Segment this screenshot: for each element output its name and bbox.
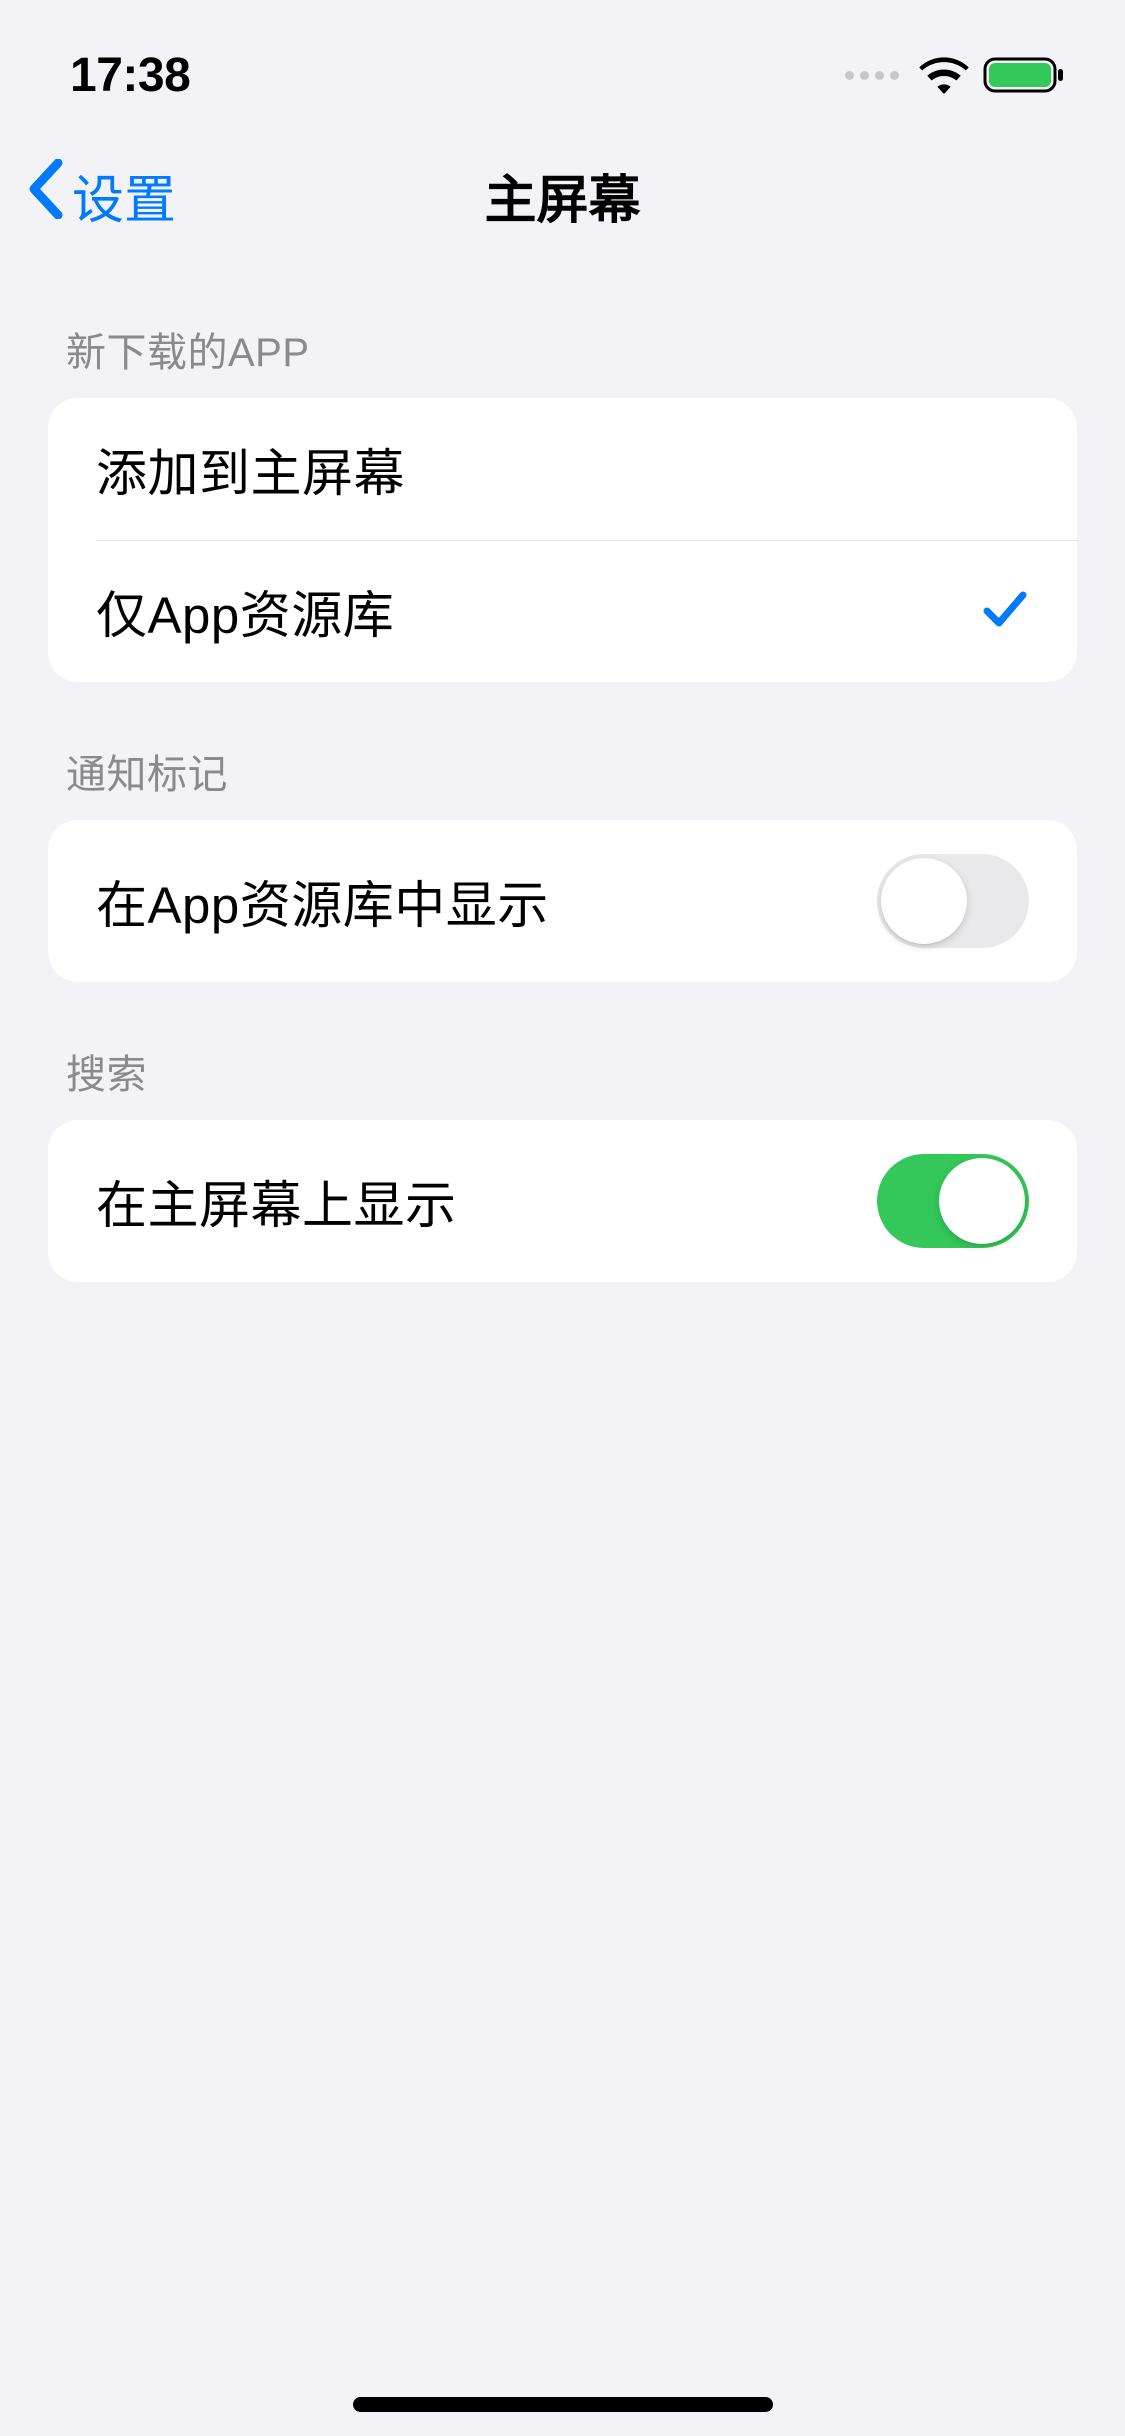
section-header-search: 搜索: [48, 982, 1077, 1120]
chevron-left-icon: [28, 159, 64, 232]
wifi-icon: [919, 56, 969, 94]
section-group-search: 在主屏幕上显示: [48, 1120, 1077, 1282]
row-show-in-app-library: 在App资源库中显示: [48, 820, 1077, 982]
section-group-badges: 在App资源库中显示: [48, 820, 1077, 982]
option-label: 仅App资源库: [96, 574, 394, 648]
row-label: 在App资源库中显示: [96, 864, 549, 938]
checkmark-icon: [981, 585, 1029, 638]
option-app-library-only[interactable]: 仅App资源库: [48, 540, 1077, 682]
nav-bar: 设置 主屏幕: [0, 130, 1125, 260]
home-indicator[interactable]: [353, 2397, 773, 2412]
cellular-signal-icon: [845, 71, 899, 80]
row-show-on-home: 在主屏幕上显示: [48, 1120, 1077, 1282]
option-label: 添加到主屏幕: [96, 432, 405, 506]
row-label: 在主屏幕上显示: [96, 1164, 457, 1238]
status-bar: 17:38: [0, 0, 1125, 130]
section-group-new-apps: 添加到主屏幕 仅App资源库: [48, 398, 1077, 682]
battery-icon: [983, 55, 1065, 95]
option-add-to-home[interactable]: 添加到主屏幕: [48, 398, 1077, 540]
section-header-new-apps: 新下载的APP: [48, 260, 1077, 398]
status-time: 17:38: [70, 48, 190, 103]
toggle-show-on-home[interactable]: [877, 1154, 1029, 1248]
status-icons: [845, 55, 1065, 95]
section-header-badges: 通知标记: [48, 682, 1077, 820]
back-button[interactable]: 设置: [28, 158, 176, 233]
back-label: 设置: [72, 158, 176, 233]
toggle-show-in-app-library[interactable]: [877, 854, 1029, 948]
